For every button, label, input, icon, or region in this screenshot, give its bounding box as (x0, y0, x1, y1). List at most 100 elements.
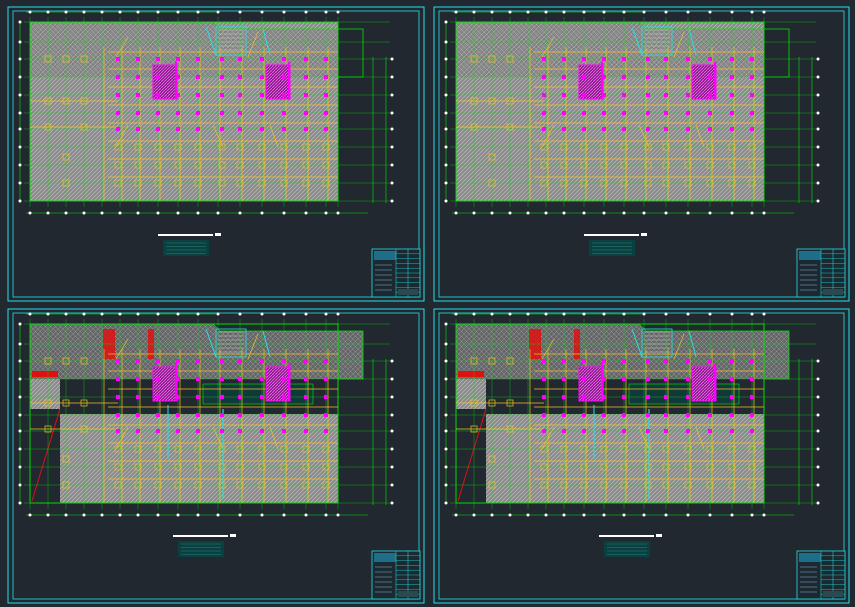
axis-bubble (816, 429, 820, 433)
plan-title (173, 534, 236, 557)
axis-bubble (390, 199, 394, 203)
column (156, 111, 160, 115)
axis-bubble (282, 513, 286, 517)
axis-bubble (816, 413, 820, 417)
axis-bubble (18, 501, 22, 505)
axis-bubble (196, 10, 200, 14)
axis-bubble (454, 513, 458, 517)
column (116, 413, 120, 417)
column (304, 429, 308, 433)
column (750, 93, 754, 97)
opening (628, 383, 740, 405)
axis-bubble (472, 211, 476, 215)
axis-bubble (762, 211, 766, 215)
axis-bubble (82, 10, 86, 14)
axis-bubble (454, 312, 458, 316)
axis-bubble (18, 322, 22, 326)
column (238, 359, 242, 363)
column (238, 127, 242, 131)
axis-bubble (64, 513, 68, 517)
column (582, 93, 586, 97)
axis-bubble (64, 312, 68, 316)
axis-bubble (816, 145, 820, 149)
axis-bubble (816, 501, 820, 505)
axis-bubble (544, 513, 548, 517)
column (730, 127, 734, 131)
axis-bubble (816, 57, 820, 61)
axis-bubble (622, 312, 626, 316)
axis-bubble (750, 513, 754, 517)
column (116, 57, 120, 61)
column (562, 377, 566, 381)
column (282, 57, 286, 61)
axis-bubble (582, 10, 586, 14)
column (622, 57, 626, 61)
axis-bubble (156, 10, 160, 14)
plan-title-scale (656, 534, 662, 537)
axis-bubble (730, 513, 734, 517)
column (260, 127, 264, 131)
column (136, 93, 140, 97)
column (176, 429, 180, 433)
axis-bubble (816, 181, 820, 185)
axis-bubble (390, 359, 394, 363)
axis-bubble (18, 75, 22, 79)
axis-bubble (664, 312, 668, 316)
column (136, 75, 140, 79)
axis-bubble (472, 10, 476, 14)
axis-bubble (390, 377, 394, 381)
plan-title-underline (599, 535, 654, 537)
column (156, 395, 160, 399)
column (646, 377, 650, 381)
column (282, 377, 286, 381)
axis-bubble (238, 312, 242, 316)
axis-bubble (390, 395, 394, 399)
column (196, 359, 200, 363)
axis-bubble (708, 10, 712, 14)
axis-bubble (686, 312, 690, 316)
core-wall (265, 64, 291, 100)
column (562, 359, 566, 363)
column (196, 75, 200, 79)
column (260, 75, 264, 79)
column (602, 111, 606, 115)
slab-hatch-lower (60, 414, 338, 503)
title-block-stamp (398, 591, 418, 597)
axis-bubble (304, 10, 308, 14)
axis-bubble (582, 513, 586, 517)
floor-plan (18, 10, 394, 215)
column (646, 359, 650, 363)
axis-bubble (390, 483, 394, 487)
column (730, 111, 734, 115)
column (686, 127, 690, 131)
axis-bubble (444, 20, 448, 24)
axis-bubble (324, 10, 328, 14)
column (708, 127, 712, 131)
column (260, 57, 264, 61)
axis-bubble (562, 10, 566, 14)
drawing-sheet-1 (7, 6, 425, 302)
column (708, 377, 712, 381)
column (196, 429, 200, 433)
axis-bubble (118, 312, 122, 316)
axis-bubble (18, 181, 22, 185)
axis-bubble (816, 199, 820, 203)
axis-bubble (336, 10, 340, 14)
axis-bubble (18, 20, 22, 24)
column (750, 111, 754, 115)
column (260, 359, 264, 363)
column (156, 127, 160, 131)
column (220, 413, 224, 417)
floor-plan (18, 312, 394, 517)
axis-bubble (238, 513, 242, 517)
axis-bubble (260, 211, 264, 215)
column (324, 127, 328, 131)
column (116, 93, 120, 97)
axis-bubble (444, 342, 448, 346)
axis-bubble (730, 211, 734, 215)
axis-bubble (336, 211, 340, 215)
axis-bubble (816, 447, 820, 451)
axis-bubble (526, 513, 530, 517)
axis-bubble (444, 322, 448, 326)
axis-bubble (750, 211, 754, 215)
